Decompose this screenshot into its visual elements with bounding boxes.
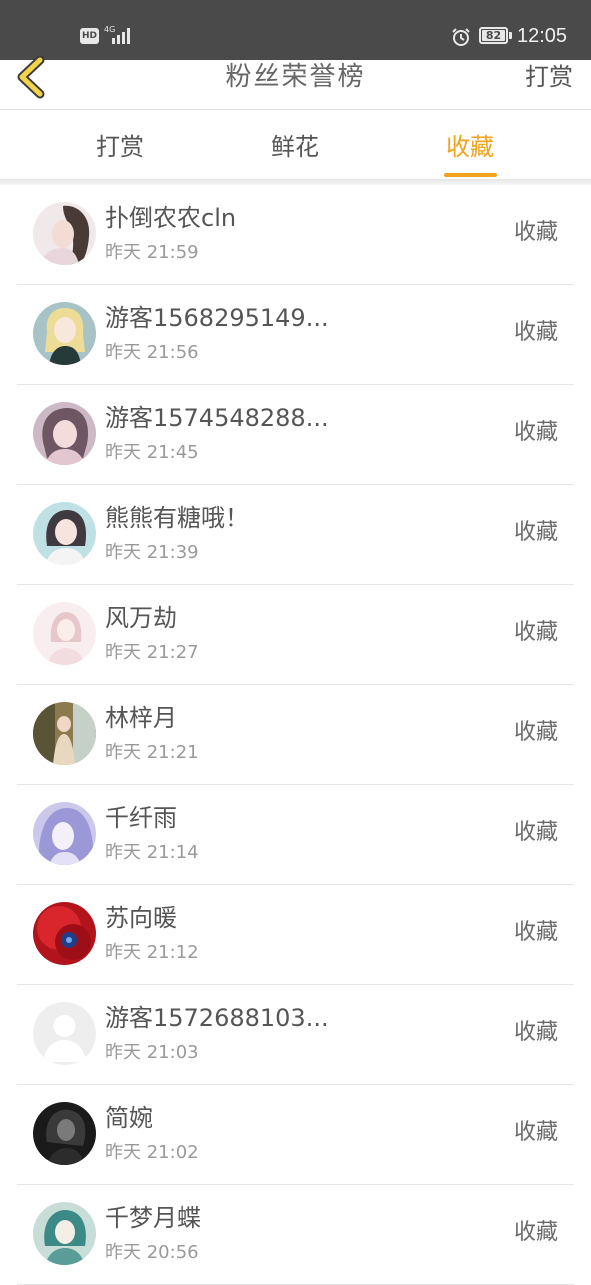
fan-time: 昨天 21:59 xyxy=(105,242,199,263)
avatar xyxy=(33,802,96,865)
fan-name: 熊熊有糖哦！ xyxy=(105,504,249,532)
fan-action: 收藏 xyxy=(513,920,558,945)
list-item[interactable]: 游客1574548288... 昨天 21:45 收藏 xyxy=(17,385,574,485)
fan-name: 游客1568295149... xyxy=(105,304,329,332)
fan-action: 收藏 xyxy=(513,1120,558,1145)
list-item[interactable]: 风万劫 昨天 21:27 收藏 xyxy=(17,585,574,685)
reward-link[interactable]: 打赏 xyxy=(525,60,573,94)
chevron-left-icon xyxy=(17,55,45,99)
fan-time: 昨天 21:12 xyxy=(105,942,199,963)
list-item[interactable]: 千梦月蝶 昨天 20:56 收藏 xyxy=(17,1185,574,1285)
back-button[interactable] xyxy=(12,54,52,100)
list-item[interactable]: 扑倒农农cln 昨天 21:59 收藏 xyxy=(17,185,574,285)
fan-action: 收藏 xyxy=(513,520,558,545)
avatar xyxy=(33,402,96,465)
fan-time: 昨天 21:14 xyxy=(105,842,199,863)
avatar xyxy=(33,1202,96,1265)
alarm-icon xyxy=(452,28,470,46)
fan-time: 昨天 20:56 xyxy=(105,1242,199,1263)
avatar xyxy=(33,602,96,665)
list-item[interactable]: 游客1572688103... 昨天 21:03 收藏 xyxy=(17,985,574,1085)
list-item[interactable]: 游客1568295149... 昨天 21:56 收藏 xyxy=(17,285,574,385)
fan-time: 昨天 21:03 xyxy=(105,1042,199,1063)
fan-name: 简婉 xyxy=(105,1104,153,1132)
page-title: 粉丝荣誉榜 xyxy=(225,62,366,92)
avatar xyxy=(33,1102,96,1165)
battery-level: 82 xyxy=(485,29,502,42)
signal-icon xyxy=(112,28,130,44)
fan-action: 收藏 xyxy=(513,820,558,845)
fan-name: 游客1574548288... xyxy=(105,404,329,432)
status-bar: HD 4G 82 12:05 xyxy=(0,0,591,60)
fan-name: 苏向暖 xyxy=(105,904,177,932)
nav-bar: 粉丝荣誉榜 打赏 xyxy=(0,55,591,110)
fan-list: 扑倒农农cln 昨天 21:59 收藏 游客1568295149... 昨天 2… xyxy=(0,185,591,1285)
fan-action: 收藏 xyxy=(513,720,558,745)
fan-name: 千纤雨 xyxy=(105,804,177,832)
fan-time: 昨天 21:02 xyxy=(105,1142,199,1163)
fan-name: 千梦月蝶 xyxy=(105,1204,201,1232)
list-item[interactable]: 熊熊有糖哦！ 昨天 21:39 收藏 xyxy=(17,485,574,585)
avatar xyxy=(33,902,96,965)
list-item[interactable]: 简婉 昨天 21:02 收藏 xyxy=(17,1085,574,1185)
fan-name: 扑倒农农cln xyxy=(105,204,237,232)
fan-action: 收藏 xyxy=(513,1220,558,1245)
tab-bar: 打赏 鲜花 收藏 xyxy=(0,111,591,183)
battery-tip xyxy=(509,32,512,39)
tab-favorites[interactable]: 收藏 xyxy=(424,129,516,169)
clock: 12:05 xyxy=(517,25,568,47)
battery-icon: 82 xyxy=(479,27,508,44)
fan-action: 收藏 xyxy=(513,220,558,245)
hd-badge: HD xyxy=(80,28,99,44)
fan-action: 收藏 xyxy=(513,620,558,645)
tab-reward[interactable]: 打赏 xyxy=(74,129,166,169)
avatar xyxy=(33,302,96,365)
fan-time: 昨天 21:21 xyxy=(105,742,199,763)
avatar xyxy=(33,1002,96,1065)
fan-action: 收藏 xyxy=(513,420,558,445)
list-item[interactable]: 千纤雨 昨天 21:14 收藏 xyxy=(17,785,574,885)
fan-name: 林梓月 xyxy=(105,704,177,732)
active-tab-indicator xyxy=(444,173,497,177)
tab-flowers[interactable]: 鲜花 xyxy=(249,129,341,169)
fan-time: 昨天 21:56 xyxy=(105,342,199,363)
fan-action: 收藏 xyxy=(513,1020,558,1045)
list-item[interactable]: 林梓月 昨天 21:21 收藏 xyxy=(17,685,574,785)
avatar xyxy=(33,202,96,265)
avatar xyxy=(33,502,96,565)
fan-action: 收藏 xyxy=(513,320,558,345)
fan-name: 游客1572688103... xyxy=(105,1004,329,1032)
list-item[interactable]: 苏向暖 昨天 21:12 收藏 xyxy=(17,885,574,985)
fan-time: 昨天 21:39 xyxy=(105,542,199,563)
fan-name: 风万劫 xyxy=(105,604,177,632)
fan-time: 昨天 21:27 xyxy=(105,642,199,663)
fan-time: 昨天 21:45 xyxy=(105,442,199,463)
avatar xyxy=(33,702,96,765)
